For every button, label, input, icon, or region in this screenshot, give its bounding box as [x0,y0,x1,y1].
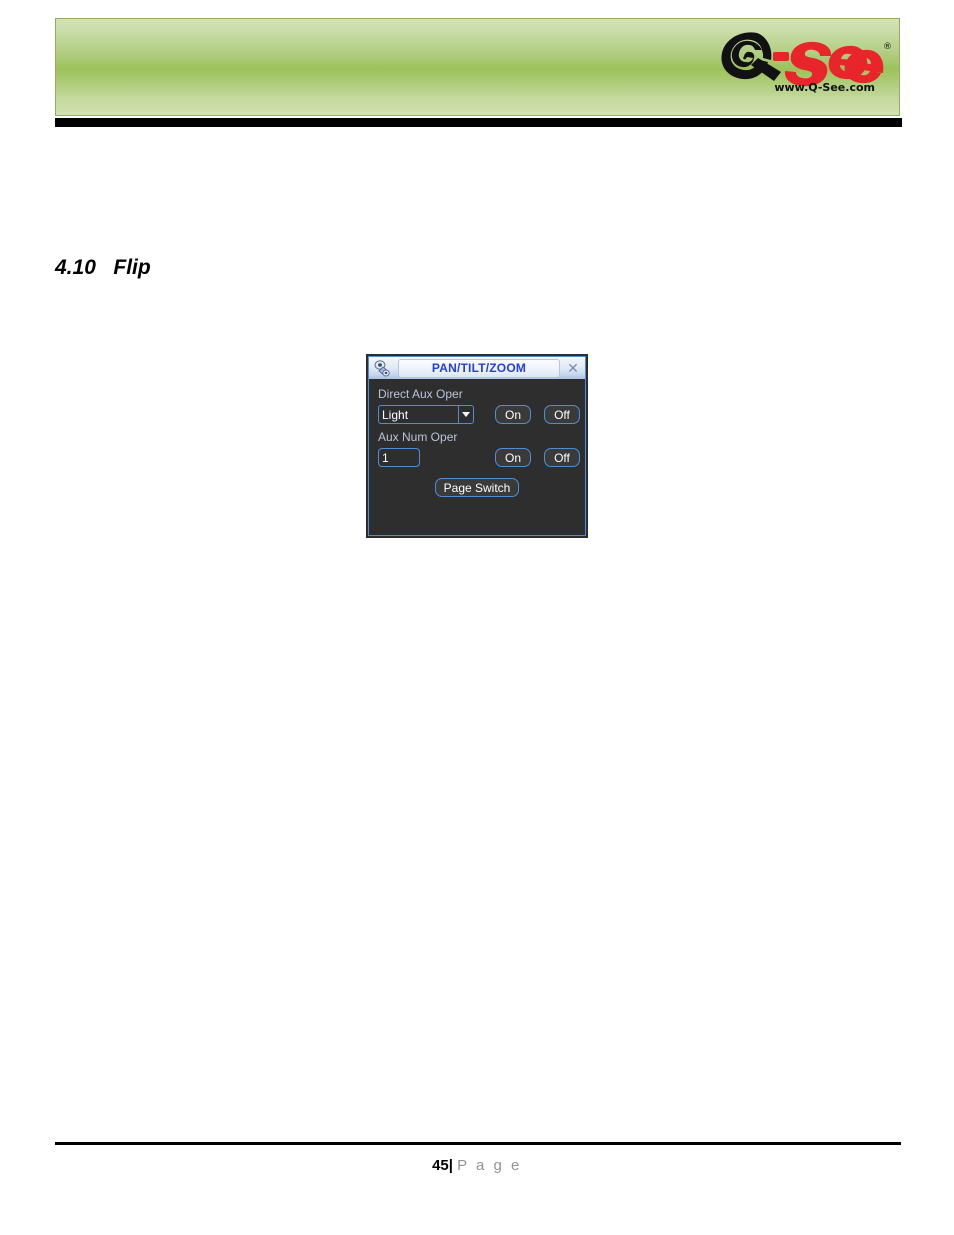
logo-registered-mark: ® [883,42,891,52]
aux-num-on-button[interactable]: On [495,448,531,468]
dialog-titlebar: PAN/TILT/ZOOM ✕ [369,357,585,379]
logo-q-glyph [721,32,781,81]
footer-separator: | [448,1157,453,1174]
aux-num-oper-row: 1 On Off [378,448,580,468]
aux-type-select[interactable]: Light [378,405,474,425]
direct-aux-off-button[interactable]: Off [544,405,580,425]
q-see-logo-mark: ® [721,32,891,87]
direct-aux-oper-label: Direct Aux Oper [378,387,463,401]
dialog-body: Direct Aux Oper Light On Off Aux Num Ope… [369,379,585,535]
page-header-banner: ® www.Q-See.com [55,18,900,116]
chevron-down-icon[interactable] [458,406,473,424]
pan-tilt-zoom-dialog: PAN/TILT/ZOOM ✕ Direct Aux Oper Light On… [366,354,588,538]
logo-website-url: www.Q-See.com [774,81,875,94]
dialog-title-text: PAN/TILT/ZOOM [431,361,527,375]
q-see-logo: ® www.Q-See.com [711,25,891,111]
section-heading: 4.10 Flip [55,256,151,279]
footer-page-word: P a g e [457,1157,522,1174]
direct-aux-on-button[interactable]: On [495,405,531,425]
close-icon[interactable]: ✕ [563,359,583,378]
header-divider-rule [55,118,902,127]
page-switch-button[interactable]: Page Switch [434,478,520,498]
logo-see-glyph [773,41,884,87]
dialog-footer: Page Switch [378,478,576,498]
page-footer: 45| P a g e [0,1157,954,1175]
direct-aux-oper-row: Light On Off [378,405,580,425]
aux-type-select-value: Light [382,407,409,422]
footer-page-number: 45 [432,1157,449,1174]
ptz-camera-icon [374,359,390,377]
footer-divider-rule [55,1142,901,1145]
aux-num-oper-label: Aux Num Oper [378,430,458,445]
aux-num-input[interactable]: 1 [378,448,420,468]
aux-num-off-button[interactable]: Off [544,448,580,468]
dialog-title-panel: PAN/TILT/ZOOM [398,358,560,378]
